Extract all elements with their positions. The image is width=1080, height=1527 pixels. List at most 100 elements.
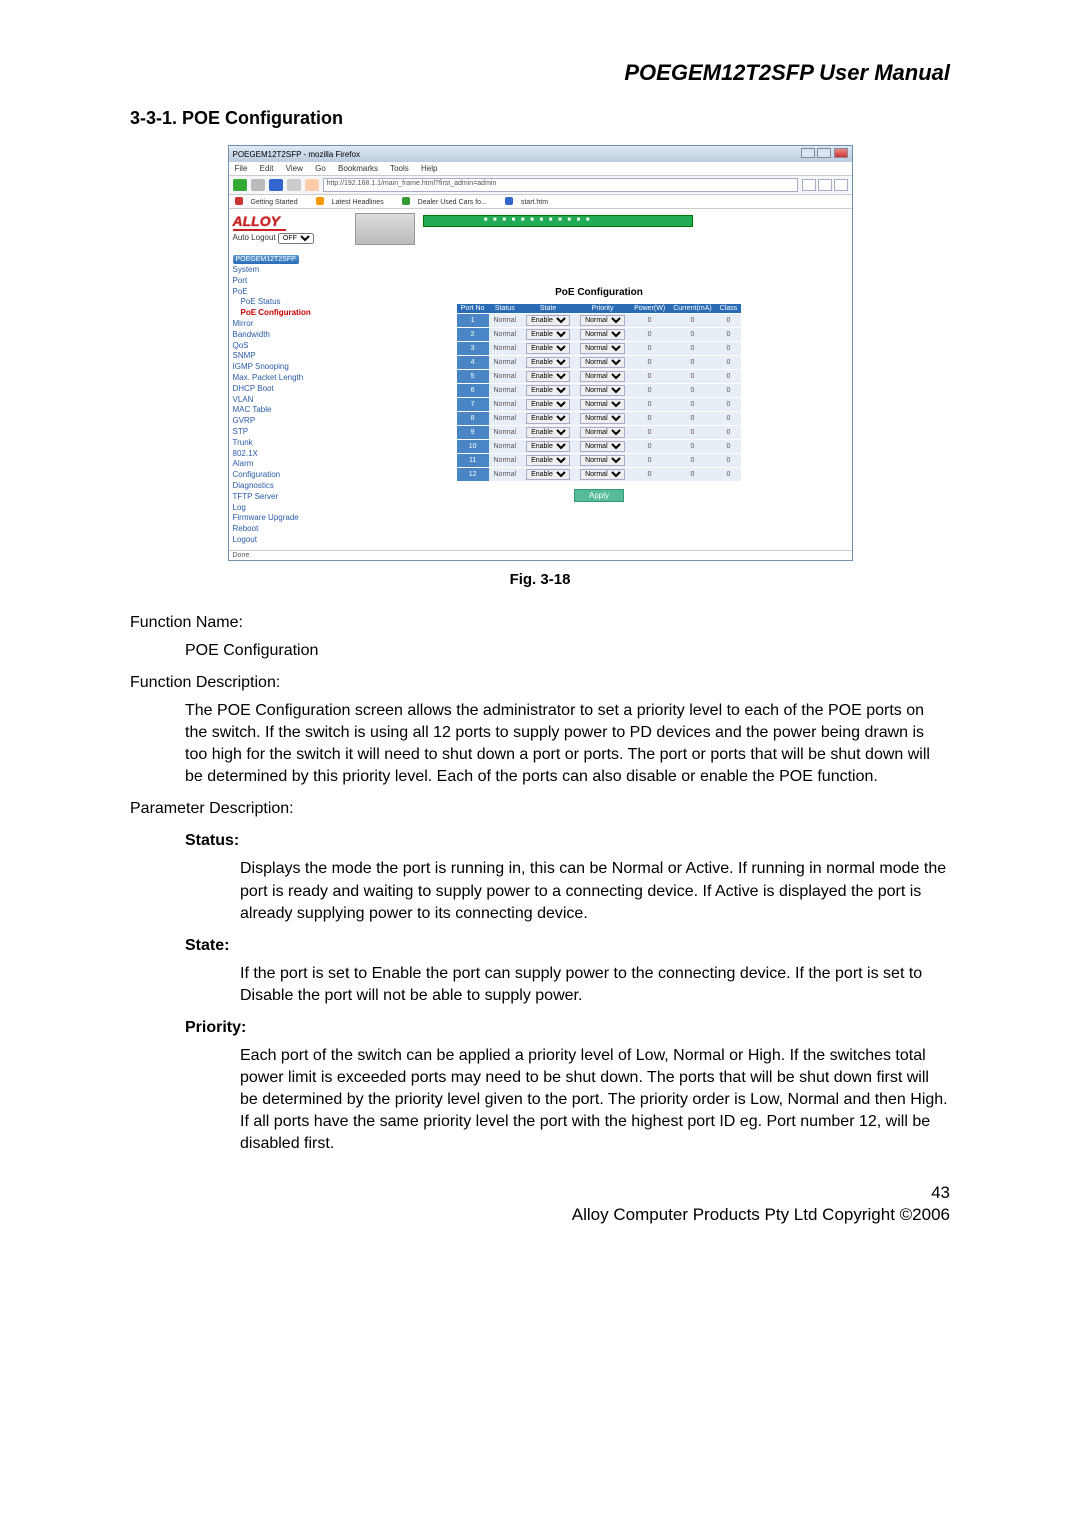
sidebar-item-log[interactable]: Log: [233, 503, 343, 514]
sidebar-item-logout[interactable]: Logout: [233, 535, 343, 546]
fn-desc-label: Function Description:: [130, 672, 950, 694]
menu-edit[interactable]: Edit: [260, 164, 274, 173]
priority-select[interactable]: Normal: [580, 441, 625, 452]
sidebar-item-stp[interactable]: STP: [233, 427, 343, 438]
state-select[interactable]: Enable: [526, 329, 570, 340]
sidebar-item-reboot[interactable]: Reboot: [233, 524, 343, 535]
priority-select[interactable]: Normal: [580, 469, 625, 480]
close-icon[interactable]: [834, 148, 848, 158]
class-cell: 0: [716, 426, 742, 440]
bookmark-dealers[interactable]: Dealer Used Cars fo...: [402, 199, 495, 206]
sidebar-item-mac-table[interactable]: MAC Table: [233, 405, 343, 416]
apply-button[interactable]: Apply: [574, 489, 624, 502]
current-cell: 0: [669, 412, 716, 426]
state-select[interactable]: Enable: [526, 413, 570, 424]
port-number: 8: [457, 412, 489, 426]
stop-icon[interactable]: [287, 179, 301, 191]
status-cell: Normal: [489, 440, 522, 454]
priority-select[interactable]: Normal: [580, 399, 625, 410]
sidebar-item-poe-status[interactable]: PoE Status: [233, 297, 343, 308]
sidebar-item-gvrp[interactable]: GVRP: [233, 416, 343, 427]
power-cell: 0: [630, 370, 669, 384]
priority-select[interactable]: Normal: [580, 371, 625, 382]
sidebar-item-tftp-server[interactable]: TFTP Server: [233, 492, 343, 503]
state-select[interactable]: Enable: [526, 385, 570, 396]
state-select[interactable]: Enable: [526, 315, 570, 326]
status-text: Displays the mode the port is running in…: [130, 858, 950, 924]
sidebar-item-alarm[interactable]: Alarm: [233, 459, 343, 470]
poe-table: Port NoStatusStatePriorityPower(W)Curren…: [457, 304, 741, 481]
priority-select[interactable]: Normal: [580, 455, 625, 466]
current-cell: 0: [669, 454, 716, 468]
go-button-icon[interactable]: [818, 179, 832, 191]
priority-select[interactable]: Normal: [580, 427, 625, 438]
state-select[interactable]: Enable: [526, 399, 570, 410]
priority-select[interactable]: Normal: [580, 385, 625, 396]
menu-tools[interactable]: Tools: [390, 164, 409, 173]
priority-select[interactable]: Normal: [580, 357, 625, 368]
back-icon[interactable]: [233, 179, 247, 191]
main-panel: ■ ■ ■ ■ ■ ■ ■ ■ ■ ■ ■ ■ PoE Configuratio…: [347, 209, 852, 550]
state-select[interactable]: Enable: [526, 371, 570, 382]
sidebar-item-trunk[interactable]: Trunk: [233, 438, 343, 449]
priority-select[interactable]: Normal: [580, 343, 625, 354]
state-select[interactable]: Enable: [526, 455, 570, 466]
sidebar-item-port[interactable]: Port: [233, 276, 343, 287]
state-select[interactable]: Enable: [526, 343, 570, 354]
priority-select[interactable]: Normal: [580, 329, 625, 340]
priority-select[interactable]: Normal: [580, 413, 625, 424]
current-cell: 0: [669, 440, 716, 454]
figure-caption: Fig. 3-18: [130, 571, 950, 588]
forward-icon[interactable]: [251, 179, 265, 191]
sidebar-item-poe-configuration[interactable]: PoE Configuration: [233, 308, 343, 319]
current-cell: 0: [669, 342, 716, 356]
table-row: 5NormalEnableNormal000: [457, 370, 741, 384]
menu-help[interactable]: Help: [421, 164, 437, 173]
state-select[interactable]: Enable: [526, 469, 570, 480]
sidebar-item-igmp-snooping[interactable]: IGMP Snooping: [233, 362, 343, 373]
status-cell: Normal: [489, 398, 522, 412]
menu-go[interactable]: Go: [315, 164, 326, 173]
bookmark-start[interactable]: start.htm: [505, 199, 556, 206]
sidebar-item-802-1x[interactable]: 802.1X: [233, 449, 343, 460]
port-number: 12: [457, 468, 489, 482]
go-dropdown-icon[interactable]: [802, 179, 816, 191]
menu-view[interactable]: View: [286, 164, 303, 173]
sidebar-item-snmp[interactable]: SNMP: [233, 351, 343, 362]
home-icon[interactable]: [305, 179, 319, 191]
state-select[interactable]: Enable: [526, 357, 570, 368]
menu-bookmarks[interactable]: Bookmarks: [338, 164, 378, 173]
autologout-select[interactable]: OFF: [278, 233, 314, 244]
sidebar-item-qos[interactable]: QoS: [233, 341, 343, 352]
statusbar: Done: [229, 550, 852, 560]
bookmark-getting-started[interactable]: Getting Started: [235, 199, 306, 206]
priority-select[interactable]: Normal: [580, 315, 625, 326]
bookmark-headlines[interactable]: Latest Headlines: [316, 199, 392, 206]
sidebar-item-configuration[interactable]: Configuration: [233, 470, 343, 481]
reload-icon[interactable]: [269, 179, 283, 191]
sidebar-item-max-packet-length[interactable]: Max. Packet Length: [233, 373, 343, 384]
sidebar-item-vlan[interactable]: VLAN: [233, 395, 343, 406]
search-engine-icon[interactable]: [834, 179, 848, 191]
power-cell: 0: [630, 398, 669, 412]
menu-file[interactable]: File: [235, 164, 248, 173]
maximize-icon[interactable]: [817, 148, 831, 158]
minimize-icon[interactable]: [801, 148, 815, 158]
bookmarks-bar: Getting Started Latest Headlines Dealer …: [229, 195, 852, 209]
fn-name-label: Function Name:: [130, 612, 950, 634]
sidebar-item-poe[interactable]: PoE: [233, 287, 343, 298]
power-cell: 0: [630, 384, 669, 398]
sidebar-item-system[interactable]: System: [233, 265, 343, 276]
state-select[interactable]: Enable: [526, 427, 570, 438]
col-state: State: [521, 304, 575, 314]
table-row: 10NormalEnableNormal000: [457, 440, 741, 454]
table-row: 6NormalEnableNormal000: [457, 384, 741, 398]
sidebar-item-firmware-upgrade[interactable]: Firmware Upgrade: [233, 513, 343, 524]
sidebar-item-diagnostics[interactable]: Diagnostics: [233, 481, 343, 492]
sidebar-item-bandwidth[interactable]: Bandwidth: [233, 330, 343, 341]
sidebar-item-dhcp-boot[interactable]: DHCP Boot: [233, 384, 343, 395]
sidebar-item-mirror[interactable]: Mirror: [233, 319, 343, 330]
url-input[interactable]: http://192.168.1.1/main_frame.html?first…: [323, 178, 798, 192]
state-select[interactable]: Enable: [526, 441, 570, 452]
table-row: 9NormalEnableNormal000: [457, 426, 741, 440]
